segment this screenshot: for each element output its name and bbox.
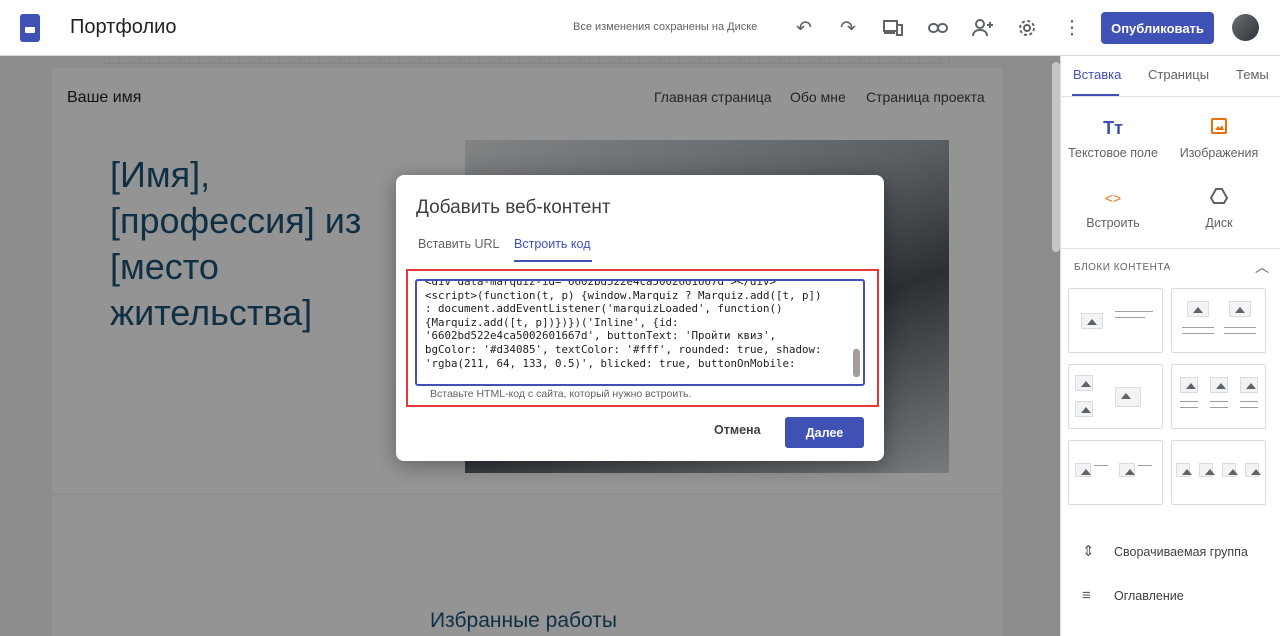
image-icon (1240, 377, 1258, 393)
embed-code-textarea[interactable]: <div data-marquiz-id="6602bd522e4ca50026… (415, 279, 865, 386)
embed-code-text: <div data-marquiz-id="6602bd522e4ca50026… (425, 279, 822, 370)
share-add-person-icon[interactable] (969, 14, 997, 42)
layout-block[interactable] (1171, 364, 1266, 429)
image-icon (1222, 463, 1238, 477)
layout-block[interactable] (1068, 440, 1163, 505)
active-tab-indicator (514, 260, 592, 262)
action-label: Сворачиваемая группа (1114, 545, 1248, 559)
tab-insert[interactable]: Вставка (1073, 67, 1121, 82)
image-icon (1210, 377, 1228, 393)
layout-block[interactable] (1171, 288, 1266, 353)
image-icon (1081, 313, 1103, 329)
insert-embed[interactable]: <> Встроить (1058, 188, 1168, 230)
add-web-content-dialog: Добавить веб-контент Вставить URL Встрои… (396, 175, 884, 461)
publish-button[interactable]: Опубликовать (1101, 12, 1214, 44)
panel-divider (1060, 248, 1280, 249)
image-icon (1075, 401, 1093, 417)
image-icon (1164, 118, 1274, 138)
image-icon (1245, 463, 1261, 477)
preview-devices-icon[interactable] (879, 14, 907, 42)
top-bar: Портфолио Все изменения сохранены на Дис… (0, 0, 1280, 56)
text-line (1210, 407, 1228, 408)
text-line (1180, 407, 1198, 408)
image-icon (1075, 463, 1091, 477)
tab-themes[interactable]: Темы (1236, 67, 1269, 82)
text-box-icon: Tт (1103, 118, 1123, 138)
more-options-icon[interactable]: ⋮ (1058, 14, 1086, 42)
image-icon (1199, 463, 1215, 477)
insert-item-label: Текстовое поле (1068, 146, 1158, 160)
table-of-contents-icon: ≡ (1082, 587, 1091, 604)
dialog-title: Добавить веб-контент (416, 197, 611, 218)
content-blocks-header: БЛОКИ КОНТЕНТА (1074, 262, 1171, 273)
image-icon (1115, 387, 1141, 407)
insert-collapsible-group[interactable]: ⇕ Сворачиваемая группа (1082, 542, 1248, 560)
text-line (1094, 465, 1108, 466)
collapsible-group-icon: ⇕ (1082, 543, 1095, 560)
textarea-scrollbar[interactable] (853, 349, 860, 377)
insert-images[interactable]: Изображения (1164, 118, 1274, 160)
chevron-up-icon[interactable]: ︿ (1255, 257, 1269, 277)
text-line (1115, 317, 1145, 318)
insert-item-label: Встроить (1086, 216, 1140, 230)
tab-embed-code[interactable]: Встроить код (514, 237, 591, 251)
text-line (1115, 311, 1153, 312)
sites-logo-icon[interactable] (20, 14, 40, 42)
insert-text-box[interactable]: Tт Текстовое поле (1058, 118, 1168, 160)
text-line (1180, 401, 1198, 402)
embed-icon: <> (1104, 190, 1122, 206)
text-line (1210, 401, 1228, 402)
tab-pages[interactable]: Страницы (1148, 67, 1209, 82)
image-icon (1119, 463, 1135, 477)
text-line (1240, 407, 1258, 408)
document-title[interactable]: Портфолио (70, 16, 176, 39)
image-icon (1176, 463, 1192, 477)
helper-text: Вставьте HTML-код с сайта, который нужно… (430, 388, 692, 400)
insert-item-label: Изображения (1179, 146, 1259, 160)
image-icon (1229, 301, 1251, 317)
image-icon (1075, 375, 1093, 391)
cancel-button[interactable]: Отмена (714, 423, 761, 437)
user-avatar[interactable] (1232, 14, 1259, 41)
text-line (1224, 327, 1256, 328)
layout-block[interactable] (1171, 440, 1266, 505)
link-icon[interactable] (924, 14, 952, 42)
insert-item-label: Диск (1205, 216, 1233, 230)
save-status: Все изменения сохранены на Диске (573, 21, 758, 33)
undo-icon[interactable]: ↶ (790, 14, 818, 42)
insert-drive[interactable]: Диск (1164, 188, 1274, 230)
drive-icon (1164, 188, 1274, 208)
layout-block[interactable] (1068, 364, 1163, 429)
text-line (1138, 465, 1152, 466)
text-line (1182, 327, 1214, 328)
text-line (1182, 333, 1214, 334)
text-line (1224, 333, 1256, 334)
tabs-divider (1060, 96, 1280, 97)
settings-gear-icon[interactable] (1013, 14, 1041, 42)
action-label: Оглавление (1114, 589, 1184, 603)
text-line (1240, 401, 1258, 402)
tab-embed-url[interactable]: Вставить URL (418, 237, 499, 251)
redo-icon[interactable]: ↷ (834, 14, 862, 42)
insert-table-of-contents[interactable]: ≡ Оглавление (1082, 587, 1184, 604)
next-button[interactable]: Далее (785, 417, 864, 448)
layout-block[interactable] (1068, 288, 1163, 353)
image-icon (1187, 301, 1209, 317)
image-icon (1180, 377, 1198, 393)
